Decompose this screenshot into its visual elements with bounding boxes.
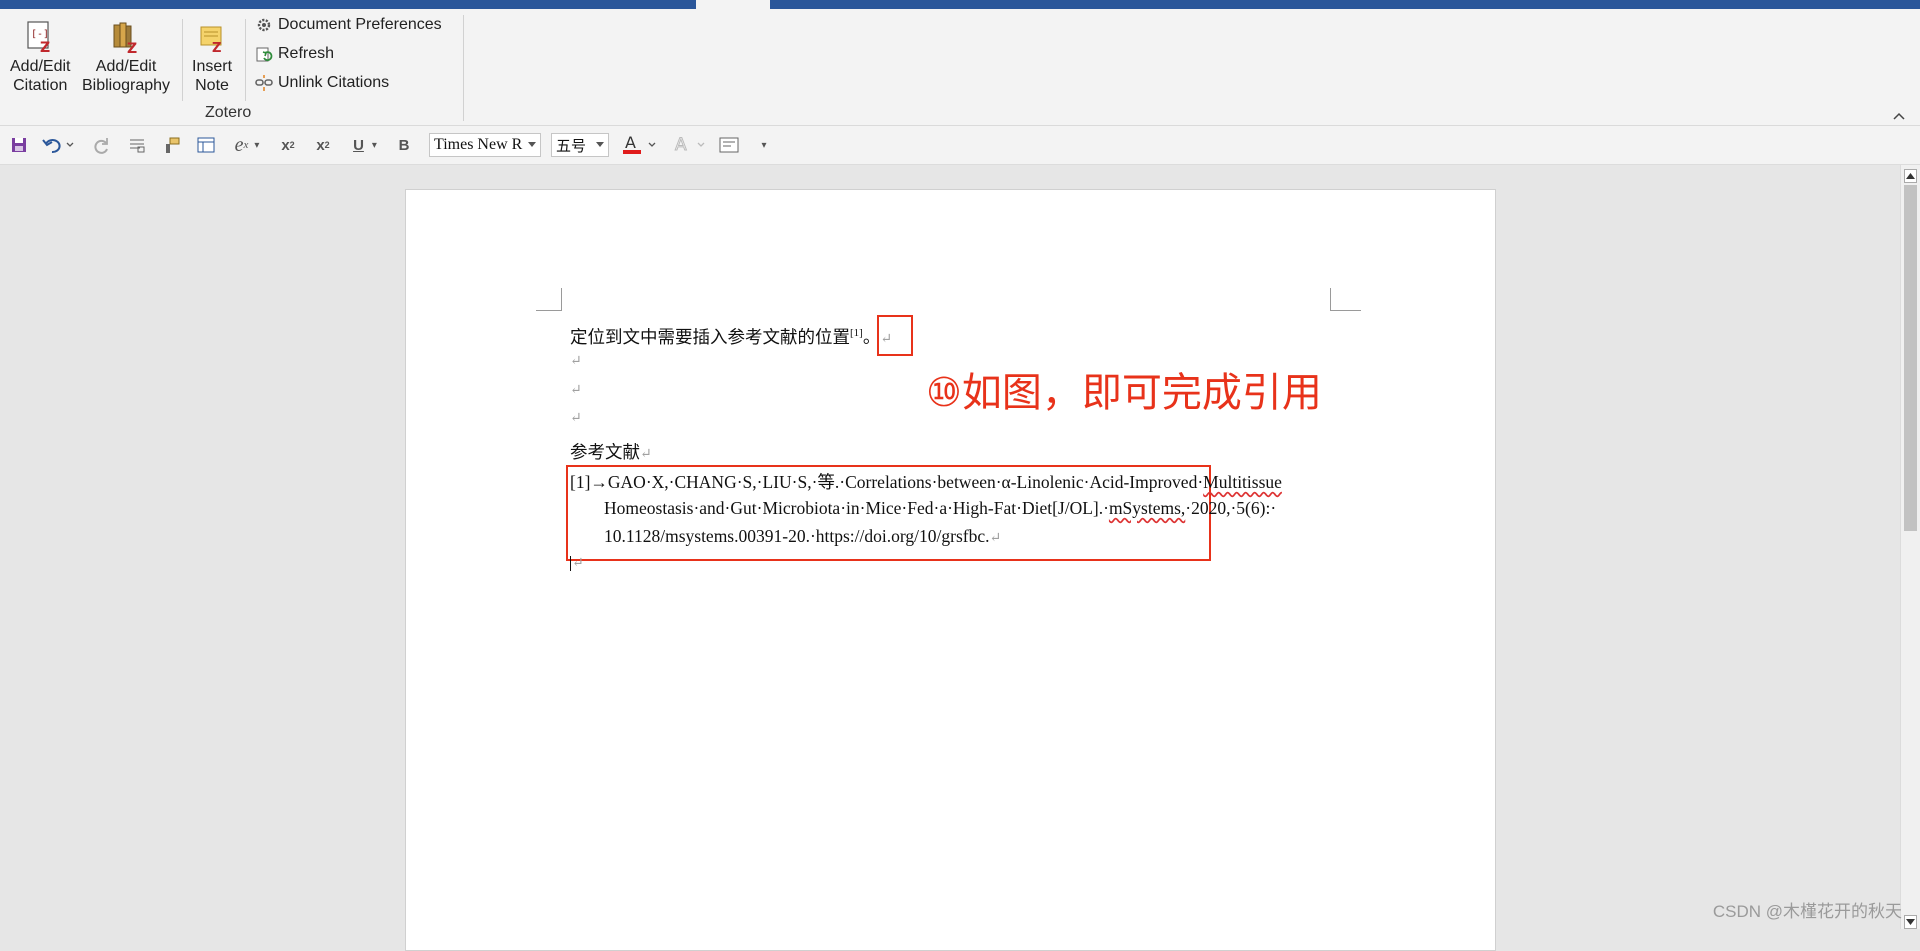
reference-line-3: 10.1128/msystems.00391-20.·https://doi.o…: [604, 526, 1001, 547]
insert-note-label-2: Note: [195, 77, 229, 94]
empty-paragraph: ↵: [570, 354, 582, 369]
undo-icon[interactable]: [42, 134, 76, 156]
title-bar-strip: [0, 0, 1920, 9]
collapse-ribbon-icon[interactable]: [1892, 109, 1906, 123]
svg-text:A: A: [625, 134, 636, 152]
refresh-icon: [256, 47, 273, 62]
insert-note-button[interactable]: Z Insert Note: [192, 19, 232, 95]
unlink-citations-button[interactable]: Unlink Citations: [255, 74, 389, 92]
chevron-up-icon: [1906, 173, 1915, 179]
citation-highlight-box: [877, 315, 913, 356]
add-edit-citation-label-1: Add/Edit: [10, 58, 71, 75]
font-name-select[interactable]: Times New R: [429, 133, 541, 157]
document-page[interactable]: 定位到文中需要插入参考文献的位置[1]。↵ ↵ ↵ ↵ ⑩如图，即可完成引用 参…: [405, 189, 1496, 951]
references-heading: 参考文献↵: [570, 439, 652, 464]
add-edit-bibliography-label-1: Add/Edit: [95, 58, 157, 75]
ribbon-group-separator: [463, 15, 464, 121]
document-preferences-label: Document Preferences: [278, 16, 442, 33]
refresh-button[interactable]: Refresh: [255, 45, 334, 63]
watermark: CSDN @木槿花开的秋天: [1712, 902, 1902, 921]
gear-icon: [257, 18, 271, 32]
subscript-icon[interactable]: x2: [313, 134, 333, 156]
document-preferences-button[interactable]: Document Preferences: [255, 16, 442, 34]
reference-text: ·2020,·5(6):·: [1185, 498, 1277, 518]
paragraph-mark: ↵: [640, 447, 652, 462]
reference-line-2: Homeostasis·and·Gut·Microbiota·in·Mice·F…: [604, 498, 1276, 519]
reference-text: Homeostasis·and·Gut·Microbiota·in·Mice·F…: [604, 498, 1109, 518]
underline-label: U: [353, 136, 364, 154]
scroll-thumb[interactable]: [1904, 185, 1917, 531]
svg-text:Z: Z: [40, 40, 50, 55]
add-edit-citation-button[interactable]: [-] Z Add/Edit Citation: [10, 19, 70, 95]
annotation-text: ⑩如图，即可完成引用: [926, 370, 1322, 416]
ribbon-separator: [182, 19, 183, 101]
save-icon[interactable]: [9, 134, 29, 156]
note-icon: Z: [200, 26, 222, 55]
text-box-icon[interactable]: [718, 134, 740, 156]
bold-label: B: [398, 136, 410, 154]
crop-mark-left: [536, 288, 562, 311]
redo-icon[interactable]: [92, 134, 112, 156]
paragraph-mark: ↵: [989, 531, 1002, 546]
reference-text: 10.1128/msystems.00391-20.·https://doi.o…: [604, 526, 990, 546]
svg-text:Z: Z: [212, 41, 221, 55]
body-line-1: 定位到文中需要插入参考文献的位置[1]。↵: [570, 324, 892, 349]
reference-text: [1]→GAO·X,·CHANG·S,·LIU·S,·等.·Correlatio…: [570, 472, 1204, 492]
empty-paragraph: ↵: [570, 383, 582, 398]
add-edit-bibliography-button[interactable]: Z Add/Edit Bibliography: [82, 19, 170, 95]
spellcheck-word: Multitissue: [1203, 472, 1282, 492]
empty-paragraph: ↵: [570, 411, 582, 426]
table-layout-icon[interactable]: [196, 134, 216, 156]
font-name-value: Times New R: [434, 136, 523, 153]
citation-marker[interactable]: [1]: [850, 327, 863, 339]
citation-icon: [-] Z: [27, 21, 50, 55]
svg-text:[-]: [-]: [31, 29, 49, 40]
quick-access-toolbar: e x ▾ x2 x2 U ▾ B Times New R 五号 A A ▾: [0, 126, 1920, 165]
ribbon-group-name: Zotero: [205, 104, 252, 121]
format-painter-icon[interactable]: [162, 134, 182, 156]
ribbon-separator: [245, 19, 246, 101]
paragraph-mark: ↵: [572, 556, 584, 571]
spellcheck-word: mSystems,: [1108, 498, 1186, 518]
chevron-down-icon: [1906, 919, 1915, 925]
vertical-scrollbar[interactable]: [1900, 165, 1920, 929]
paragraph-format-icon[interactable]: [127, 134, 147, 156]
text-cursor: [570, 556, 571, 571]
bold-button[interactable]: B: [395, 134, 413, 156]
body-text: 定位到文中需要插入参考文献的位置: [570, 327, 850, 347]
unlink-citations-label: Unlink Citations: [278, 74, 390, 91]
insert-note-label-1: Insert: [192, 58, 233, 75]
heading-text: 参考文献: [570, 442, 640, 462]
font-size-select[interactable]: 五号: [551, 133, 609, 157]
svg-text:A: A: [675, 135, 687, 155]
text-effects-icon[interactable]: A: [672, 134, 708, 156]
underline-button[interactable]: U ▾: [348, 134, 382, 156]
cursor-paragraph[interactable]: ↵: [570, 555, 584, 572]
scroll-up-button[interactable]: [1904, 169, 1917, 183]
bibliography-icon: Z: [113, 22, 137, 55]
refresh-label: Refresh: [278, 45, 335, 62]
zotero-ribbon: [-] Z Add/Edit Citation Z Add/Edit Bibli…: [0, 9, 1920, 126]
svg-text:Z: Z: [127, 41, 137, 55]
scroll-down-button[interactable]: [1904, 915, 1917, 929]
superscript-icon[interactable]: x2: [278, 134, 298, 156]
equation-icon[interactable]: e x ▾: [226, 134, 268, 156]
font-size-value: 五号: [556, 136, 587, 155]
title-bar-gap: [696, 0, 770, 9]
chevron-down-icon: [528, 142, 536, 147]
font-color-button[interactable]: A: [622, 134, 662, 156]
add-edit-bibliography-label-2: Bibliography: [82, 77, 171, 94]
customize-toolbar-icon[interactable]: ▾: [756, 134, 772, 156]
chevron-down-icon: [596, 142, 604, 147]
reference-line-1: [1]→GAO·X,·CHANG·S,·LIU·S,·等.·Correlatio…: [570, 469, 1282, 494]
add-edit-citation-label-2: Citation: [13, 77, 68, 94]
crop-mark-right: [1330, 288, 1361, 311]
unlink-icon: [255, 75, 273, 91]
